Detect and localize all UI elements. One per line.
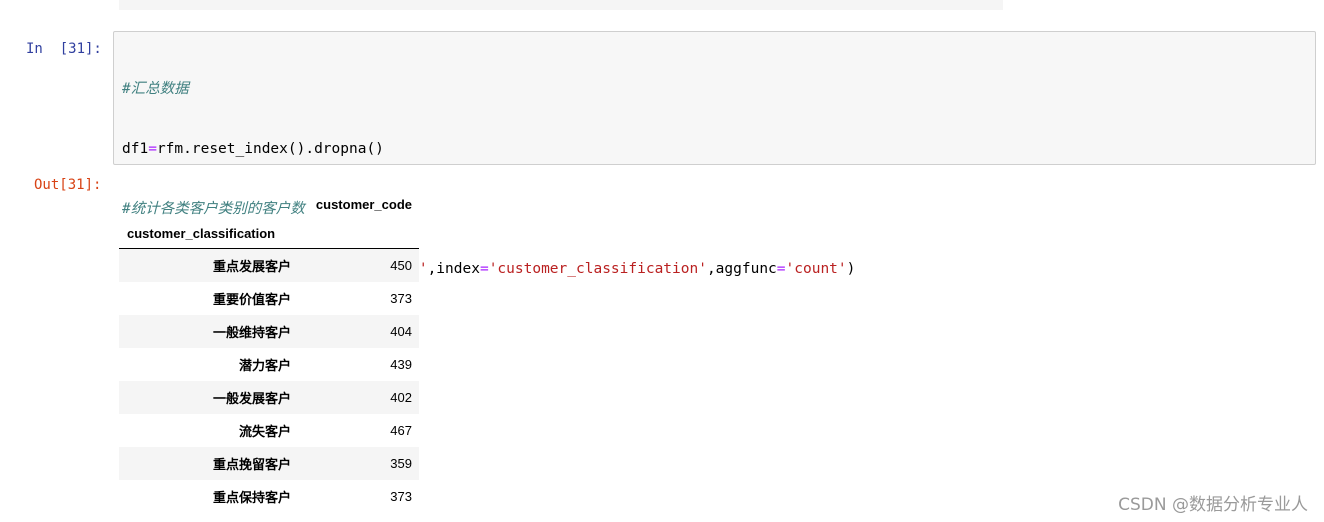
code-token: ) bbox=[846, 261, 856, 277]
code-token: ,index bbox=[427, 261, 480, 277]
row-value: 373 bbox=[390, 290, 412, 306]
output-prompt: Out[31]: bbox=[34, 177, 102, 193]
code-token: ,aggfunc bbox=[706, 261, 777, 277]
code-comment: #汇总数据 bbox=[122, 81, 189, 97]
row-value: 467 bbox=[390, 422, 412, 438]
table-row: 潜力客户 439 bbox=[119, 348, 419, 381]
code-operator: = bbox=[479, 261, 489, 277]
column-header: customer_code bbox=[315, 196, 412, 212]
row-label: 重要价值客户 bbox=[212, 291, 291, 307]
row-value: 450 bbox=[390, 257, 412, 273]
header-blank bbox=[119, 190, 299, 218]
code-token: rfm.reset_index().dropna() bbox=[156, 141, 384, 157]
code-token: df1 bbox=[122, 141, 149, 157]
row-value: 359 bbox=[390, 455, 412, 471]
code-operator: = bbox=[776, 261, 786, 277]
column-header-row: customer_code bbox=[119, 190, 419, 218]
row-value: 404 bbox=[390, 323, 412, 339]
row-value: 373 bbox=[390, 488, 412, 504]
row-label: 一般发展客户 bbox=[212, 390, 291, 406]
row-label: 重点保持客户 bbox=[212, 489, 291, 505]
row-label: 重点发展客户 bbox=[212, 258, 291, 274]
row-label: 重点挽留客户 bbox=[212, 456, 291, 472]
row-label: 流失客户 bbox=[238, 423, 291, 439]
row-label: 一般维持客户 bbox=[212, 324, 291, 340]
table-row: 重点挽留客户 359 bbox=[119, 446, 419, 480]
table-row: 流失客户 467 bbox=[119, 414, 419, 447]
csdn-watermark: CSDN @数据分析专业人 bbox=[1118, 495, 1308, 515]
output-dataframe: customer_code customer_classification 重点… bbox=[119, 190, 419, 513]
row-value: 439 bbox=[390, 356, 412, 372]
table-row: 一般发展客户 402 bbox=[119, 380, 419, 414]
code-cell[interactable]: #汇总数据 df1=rfm.reset_index().dropna() #统计… bbox=[113, 31, 1316, 337]
code-string: 'customer_classification' bbox=[488, 261, 707, 277]
row-label: 潜力客户 bbox=[238, 357, 291, 373]
table-row: 重点发展客户 450 bbox=[119, 248, 419, 282]
code-line-2: df1=rfm.reset_index().dropna() bbox=[122, 139, 855, 159]
code-string: 'count' bbox=[785, 261, 847, 277]
table-row: 一般维持客户 404 bbox=[119, 314, 419, 348]
code-line-1: #汇总数据 bbox=[122, 79, 855, 99]
index-header-blank bbox=[299, 218, 419, 249]
table-row: 重点保持客户 373 bbox=[119, 480, 419, 513]
index-name: customer_classification bbox=[119, 218, 299, 249]
row-value: 402 bbox=[390, 389, 412, 405]
table-row: 重要价值客户 373 bbox=[119, 282, 419, 315]
input-prompt: In [31]: bbox=[26, 41, 102, 57]
code-operator: = bbox=[148, 141, 157, 157]
previous-output-area bbox=[119, 0, 1003, 10]
index-header-row: customer_classification bbox=[119, 218, 419, 249]
